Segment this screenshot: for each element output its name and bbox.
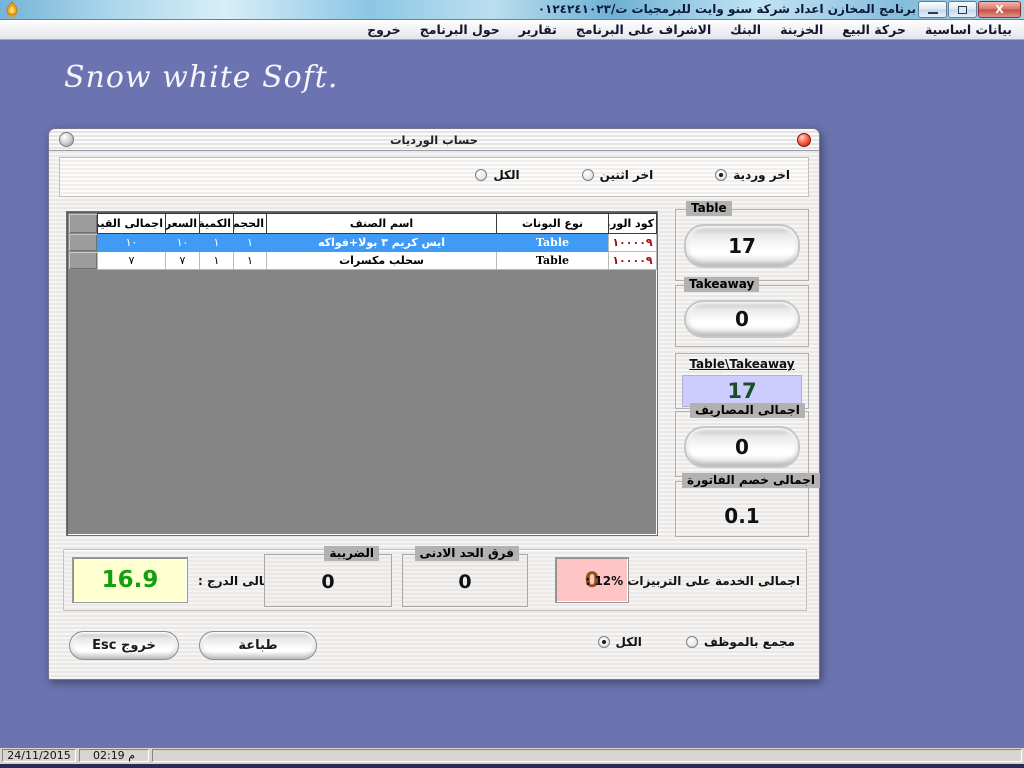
cell-voucher-type: Table — [497, 252, 609, 270]
cell-shift-code: ١٠٠٠٠٩ — [609, 234, 657, 252]
print-button[interactable]: طباعة — [199, 631, 317, 660]
table-takeaway-combo-group: Table\Takeaway 17 — [675, 353, 809, 409]
cell-record-selector — [69, 234, 98, 252]
radio-all-shifts[interactable]: الكل — [475, 168, 519, 182]
menu-item-bank[interactable]: البنك — [730, 22, 761, 37]
minimize-icon — [928, 12, 938, 14]
col-voucher-type: نوع البونات — [497, 214, 609, 234]
drawer-total-value: 16.9 — [72, 557, 188, 603]
radio-last-shift[interactable]: اخر وردية — [715, 168, 790, 182]
restore-button[interactable] — [948, 1, 977, 18]
min-diff-label: فرق الحد الادنى — [415, 546, 519, 561]
col-size: الحجم — [234, 214, 267, 234]
invoice-discount-value: 0.1 — [676, 504, 808, 528]
brand-logo-text: Snow white Soft. — [64, 60, 338, 95]
radio-icon — [475, 169, 487, 181]
cell-item-name: ايس كريم ٣ بولا+فواكه — [267, 234, 497, 252]
col-total-value: اجمالى القيمة — [98, 214, 166, 234]
shifts-dialog: حساب الورديات اخر وردية اخر اثنين الكل — [48, 128, 820, 680]
radio-icon — [715, 169, 727, 181]
expenses-label: اجمالى المصاريف — [690, 403, 805, 418]
cell-size: ١ — [234, 252, 267, 270]
window-title: برنامج المخازن اعداد شركة سنو وايت للبرم… — [538, 2, 916, 16]
radio-last-two-shifts[interactable]: اخر اثنين — [582, 168, 654, 182]
close-button[interactable]: X — [978, 1, 1021, 18]
menu-item-basic-data[interactable]: بيانات اساسية — [925, 22, 1012, 37]
dialog-close-icon[interactable] — [797, 133, 811, 147]
os-titlebar: برنامج المخازن اعداد شركة سنو وايت للبرم… — [0, 0, 1024, 20]
table-total-group: Table 17 — [675, 209, 809, 281]
combo-label: Table\Takeaway — [676, 357, 808, 371]
table-row[interactable]: ١٠٠٠٠٩ Table سحلب مكسرات ١ ١ ٧ ٧ — [69, 252, 657, 270]
table-total-label: Table — [686, 201, 732, 216]
footer-radio-group: مجمع بالموظف الكل — [598, 635, 796, 649]
dialog-minimize-icon[interactable] — [59, 132, 74, 147]
min-diff-value: 0 — [403, 571, 527, 593]
menu-item-supervision[interactable]: الاشراف على البرنامج — [576, 22, 711, 37]
col-price: السعر — [166, 214, 200, 234]
radio-footer-all-label: الكل — [616, 635, 642, 649]
shift-items-table[interactable]: كود الوردية نوع البونات اسم الصنف الحجم … — [66, 211, 658, 536]
window-controls: X — [918, 1, 1021, 18]
invoice-discount-label: اجمالى خصم الفاتورة — [682, 473, 820, 488]
col-item-name: اسم الصنف — [267, 214, 497, 234]
col-qty: الكمية — [200, 214, 234, 234]
col-record-selector — [69, 214, 98, 234]
expenses-total-group: اجمالى المصاريف 0 — [675, 411, 809, 477]
takeaway-total-group: Takeaway 0 — [675, 285, 809, 347]
menu-item-treasury[interactable]: الخزينة — [780, 22, 823, 37]
cell-qty: ١ — [200, 252, 234, 270]
table-header-row: كود الوردية نوع البونات اسم الصنف الحجم … — [69, 214, 657, 234]
table-total-value: 17 — [684, 224, 800, 268]
radio-grouped-by-employee[interactable]: مجمع بالموظف — [686, 635, 795, 649]
cell-total: ١٠ — [98, 234, 166, 252]
cell-price: ١٠ — [166, 234, 200, 252]
exit-button[interactable]: خروج Esc — [69, 631, 179, 660]
radio-icon — [582, 169, 594, 181]
table-row[interactable]: ١٠٠٠٠٩ Table ايس كريم ٣ بولا+فواكه ١ ١ ١… — [69, 234, 657, 252]
menu-item-about[interactable]: حول البرنامج — [420, 22, 500, 37]
cell-price: ٧ — [166, 252, 200, 270]
radio-last-shift-label: اخر وردية — [733, 168, 790, 182]
min-diff-group: فرق الحد الادنى 0 — [402, 554, 528, 607]
menu-item-sales[interactable]: حركة البيع — [842, 22, 906, 37]
menu-bar: بيانات اساسية حركة البيع الخزينة البنك ا… — [0, 20, 1024, 40]
tax-value: 0 — [265, 571, 391, 593]
radio-footer-all[interactable]: الكل — [598, 635, 642, 649]
cell-item-name: سحلب مكسرات — [267, 252, 497, 270]
radio-all-label: الكل — [493, 168, 519, 182]
cell-shift-code: ١٠٠٠٠٩ — [609, 252, 657, 270]
shift-filter-panel: اخر وردية اخر اثنين الكل — [59, 157, 809, 197]
radio-icon — [598, 636, 610, 648]
cell-qty: ١ — [200, 234, 234, 252]
col-shift-code: كود الوردية — [609, 214, 657, 234]
radio-icon — [686, 636, 698, 648]
dialog-title: حساب الورديات — [49, 133, 819, 147]
status-bar: 24/11/2015 02:19 م — [0, 748, 1024, 764]
radio-last-two-label: اخر اثنين — [600, 168, 654, 182]
dialog-titlebar[interactable]: حساب الورديات — [49, 129, 819, 151]
menu-item-exit[interactable]: خروج — [367, 22, 401, 37]
radio-grouped-label: مجمع بالموظف — [704, 635, 795, 649]
bottom-edge-strip — [0, 764, 1024, 768]
takeaway-total-label: Takeaway — [684, 277, 759, 292]
takeaway-total-value: 0 — [684, 300, 800, 338]
restore-icon — [958, 6, 967, 14]
app-flame-icon — [3, 1, 21, 19]
invoice-discount-group: اجمالى خصم الفاتورة 0.1 — [675, 481, 809, 537]
menu-item-reports[interactable]: تقارير — [519, 22, 557, 37]
cell-total: ٧ — [98, 252, 166, 270]
tax-label: الضريبة — [324, 546, 379, 561]
status-time: 02:19 م — [79, 749, 149, 762]
summary-panel: 16.9 اجمالى الدرج : الضريبة 0 فرق الحد ا… — [63, 549, 807, 611]
minimize-button[interactable] — [918, 1, 947, 18]
cell-record-selector — [69, 252, 98, 270]
expenses-value: 0 — [684, 426, 800, 468]
status-empty-panel — [152, 749, 1022, 762]
service-total-label: اجمالى الخدمة على التربيزات %12 : — [585, 574, 800, 588]
status-date: 24/11/2015 — [2, 749, 76, 762]
tax-group: الضريبة 0 — [264, 554, 392, 607]
cell-size: ١ — [234, 234, 267, 252]
cell-voucher-type: Table — [497, 234, 609, 252]
